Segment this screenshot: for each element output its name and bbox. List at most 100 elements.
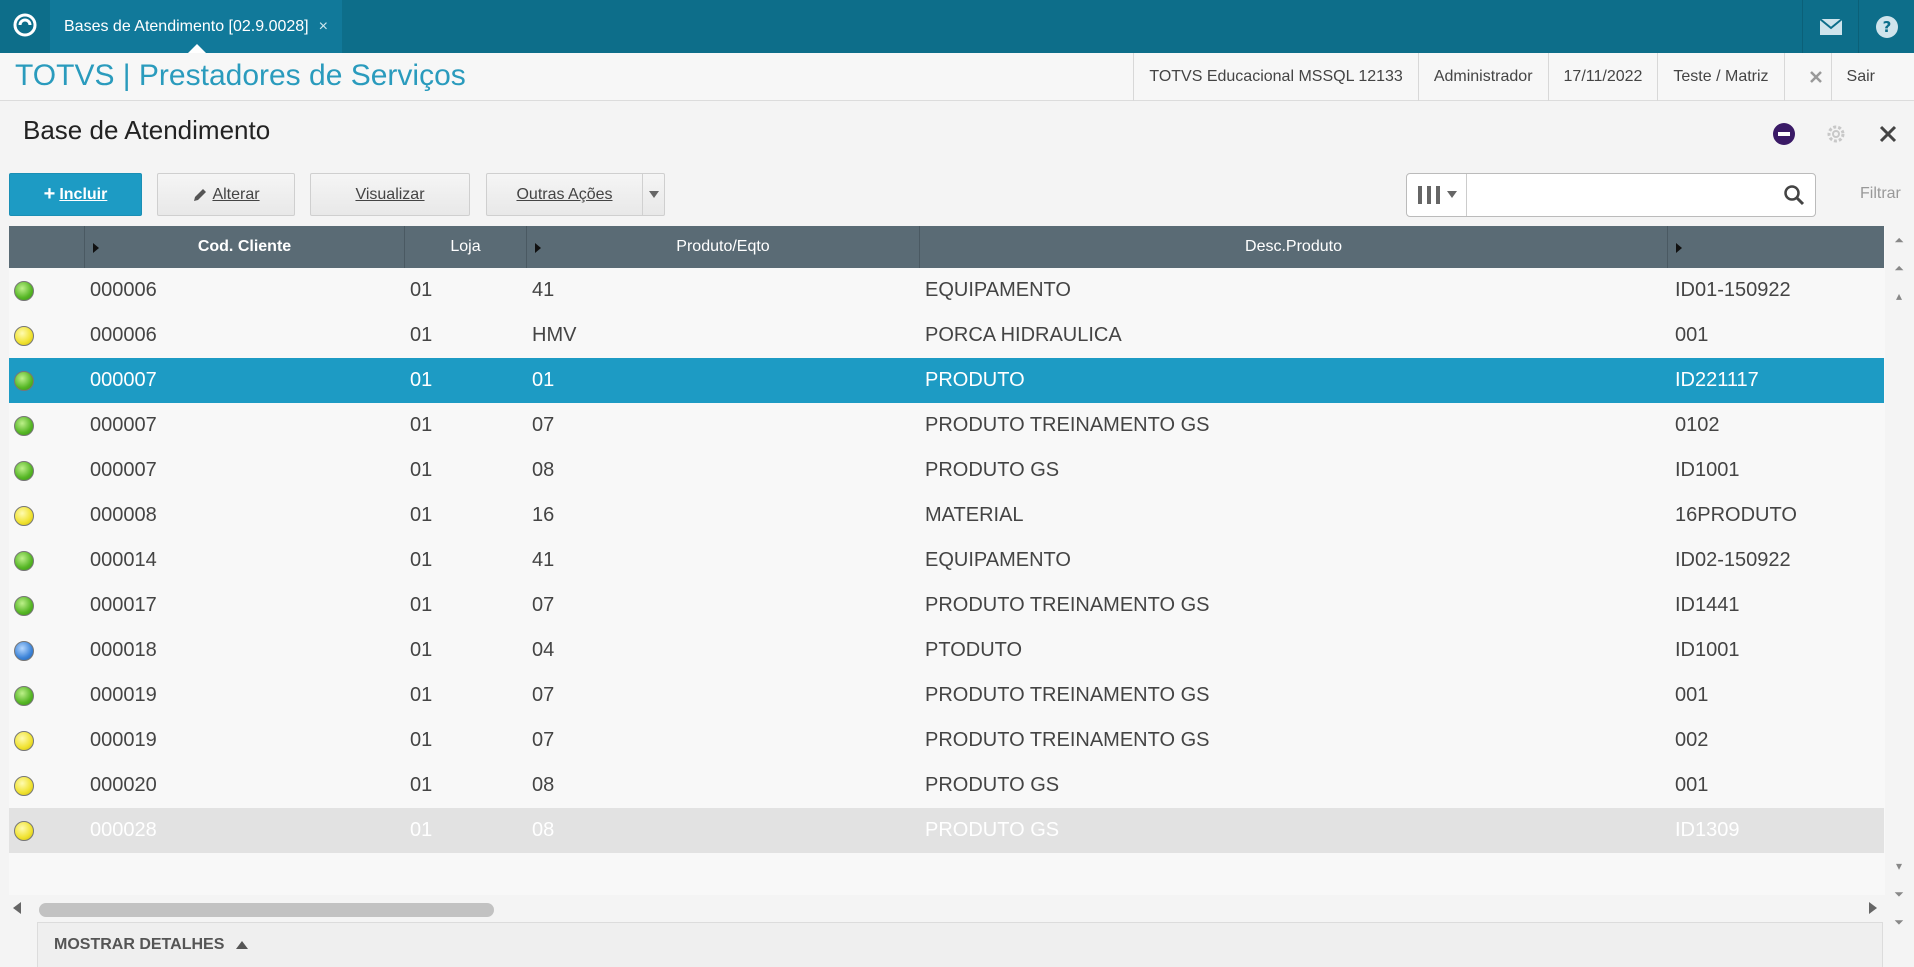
cell-desc: PRODUTO TREINAMENTO GS bbox=[925, 414, 1210, 436]
mail-icon[interactable] bbox=[1802, 0, 1858, 53]
show-details-label: MOSTRAR DETALHES bbox=[54, 936, 225, 953]
search-input[interactable] bbox=[1471, 177, 1771, 213]
status-yellow-icon bbox=[14, 731, 34, 751]
expand-arrow-icon bbox=[1676, 243, 1682, 253]
column-header-status[interactable] bbox=[9, 226, 85, 268]
cell-produto: HMV bbox=[532, 324, 577, 346]
other-actions-label: Outras Ações bbox=[516, 185, 613, 203]
cell-cliente: 000007 bbox=[90, 459, 157, 481]
cell-loja: 01 bbox=[410, 414, 433, 436]
column-header-produto[interactable]: Produto/Eqto bbox=[527, 226, 920, 268]
chevron-down-icon[interactable] bbox=[642, 174, 664, 215]
chevron-down-icon bbox=[1446, 191, 1457, 198]
table-row[interactable]: 000028 01 08 PRODUTO GS ID1309 bbox=[9, 808, 1884, 853]
close-window-icon[interactable] bbox=[1862, 116, 1914, 152]
cell-serie: 001 bbox=[1675, 324, 1709, 346]
cell-loja: 01 bbox=[410, 639, 433, 661]
tab-label: Bases de Atendimento [02.9.0028] bbox=[64, 17, 309, 35]
scroll-page-down-icon[interactable]: ⏷ bbox=[1885, 880, 1913, 908]
table-row[interactable]: 000007 01 07 PRODUTO TREINAMENTO GS 0102 bbox=[9, 403, 1884, 448]
cell-loja: 01 bbox=[410, 504, 433, 526]
table-row[interactable]: 000019 01 07 PRODUTO TREINAMENTO GS 001 bbox=[9, 673, 1884, 718]
column-selector[interactable] bbox=[1407, 174, 1467, 216]
search-box bbox=[1406, 173, 1816, 217]
scroll-up-icon[interactable]: ▴ bbox=[1885, 282, 1913, 310]
table-row[interactable]: 000014 01 41 EQUIPAMENTO ID02-150922 bbox=[9, 538, 1884, 583]
show-details-toggle[interactable]: MOSTRAR DETALHES bbox=[37, 922, 1883, 967]
table-row[interactable]: 000019 01 07 PRODUTO TREINAMENTO GS 002 bbox=[9, 718, 1884, 763]
column-header-label: Loja bbox=[450, 238, 481, 255]
cell-cliente: 000008 bbox=[90, 504, 157, 526]
column-header-desc-produto[interactable]: Desc.Produto bbox=[920, 226, 1668, 268]
status-yellow-icon bbox=[14, 776, 34, 796]
status-yellow-icon bbox=[14, 821, 34, 841]
help-icon[interactable]: ? bbox=[1858, 0, 1914, 53]
status-blue-icon bbox=[14, 641, 34, 661]
cell-produto: 01 bbox=[532, 369, 555, 391]
scroll-page-up-icon[interactable]: ⏶ bbox=[1885, 254, 1913, 282]
column-header-label: Desc.Produto bbox=[1245, 238, 1342, 255]
cell-produto: 07 bbox=[532, 684, 555, 706]
close-icon bbox=[1809, 71, 1822, 83]
cell-produto: 07 bbox=[532, 729, 555, 751]
cell-desc: MATERIAL bbox=[925, 504, 1024, 526]
vertical-scrollbar[interactable]: ⏶ ⏶ ▴ ▾ ⏷ ⏷ bbox=[1885, 226, 1914, 929]
search-icon[interactable] bbox=[1783, 184, 1805, 211]
include-button[interactable]: + Incluir bbox=[9, 173, 142, 216]
alter-label: Alterar bbox=[212, 185, 260, 203]
cell-serie: ID1001 bbox=[1675, 459, 1740, 481]
other-actions-button[interactable]: Outras Ações bbox=[486, 173, 665, 216]
e-badge-icon[interactable] bbox=[1758, 116, 1810, 152]
gear-icon[interactable] bbox=[1810, 116, 1862, 152]
cell-cliente: 000006 bbox=[90, 279, 157, 301]
alter-button[interactable]: Alterar bbox=[157, 173, 295, 216]
scroll-left-icon[interactable] bbox=[13, 902, 21, 914]
plus-icon: + bbox=[43, 183, 56, 205]
table-row[interactable]: 000008 01 16 MATERIAL 16PRODUTO bbox=[9, 493, 1884, 538]
table-row[interactable]: 000006 01 HMV PORCA HIDRAULICA 001 bbox=[9, 313, 1884, 358]
status-green-icon bbox=[14, 551, 34, 571]
tab-bases-atendimento[interactable]: Bases de Atendimento [02.9.0028] × bbox=[50, 0, 342, 53]
table-row[interactable]: 000018 01 04 PTODUTO ID1001 bbox=[9, 628, 1884, 673]
columns-icon bbox=[1417, 186, 1440, 204]
status-green-icon bbox=[14, 281, 34, 301]
tab-close-icon[interactable]: × bbox=[319, 18, 328, 36]
filter-link[interactable]: Filtrar bbox=[1860, 185, 1901, 203]
column-header-loja[interactable]: Loja bbox=[405, 226, 527, 268]
svg-text:?: ? bbox=[1882, 18, 1891, 36]
grid-header: Cod. Cliente Loja Produto/Eqto Desc.Prod… bbox=[9, 226, 1884, 268]
exit-button[interactable]: Sair bbox=[1783, 53, 1914, 101]
status-green-icon bbox=[14, 416, 34, 436]
cell-loja: 01 bbox=[410, 459, 433, 481]
table-row[interactable]: 000017 01 07 PRODUTO TREINAMENTO GS ID1441 bbox=[9, 583, 1884, 628]
scroll-top-icon[interactable]: ⏶ bbox=[1885, 226, 1913, 254]
horizontal-scrollbar[interactable] bbox=[9, 898, 1885, 922]
cell-serie: 16PRODUTO bbox=[1675, 504, 1797, 526]
view-button[interactable]: Visualizar bbox=[310, 173, 470, 216]
tab-caret bbox=[188, 44, 206, 53]
cell-cliente: 000007 bbox=[90, 414, 157, 436]
table-row[interactable]: 000006 01 41 EQUIPAMENTO ID01-150922 bbox=[9, 268, 1884, 313]
column-header-next[interactable] bbox=[1668, 226, 1884, 268]
scroll-bottom-icon[interactable]: ⏷ bbox=[1885, 908, 1913, 936]
table-row[interactable]: 000007 01 08 PRODUTO GS ID1001 bbox=[9, 448, 1884, 493]
cell-produto: 07 bbox=[532, 594, 555, 616]
scroll-track bbox=[1885, 310, 1913, 852]
column-header-cod-cliente[interactable]: Cod. Cliente bbox=[85, 226, 405, 268]
cell-serie: ID02-150922 bbox=[1675, 549, 1791, 571]
table-row[interactable]: 000007 01 01 PRODUTO ID221117 bbox=[9, 358, 1884, 403]
scroll-right-icon[interactable] bbox=[1869, 902, 1877, 914]
home-icon[interactable] bbox=[10, 10, 40, 40]
exit-label: Sair bbox=[1830, 53, 1890, 101]
cell-cliente: 000007 bbox=[90, 369, 157, 391]
expand-arrow-icon bbox=[93, 243, 99, 253]
cell-cliente: 000019 bbox=[90, 684, 157, 706]
scroll-thumb[interactable] bbox=[39, 903, 494, 917]
cell-produto: 08 bbox=[532, 459, 555, 481]
page-title: Base de Atendimento bbox=[23, 115, 271, 145]
scroll-down-icon[interactable]: ▾ bbox=[1885, 852, 1913, 880]
status-green-icon bbox=[14, 596, 34, 616]
cell-desc: PRODUTO GS bbox=[925, 459, 1060, 481]
table-row[interactable]: 000020 01 08 PRODUTO GS 001 bbox=[9, 763, 1884, 808]
pencil-icon bbox=[194, 188, 207, 201]
